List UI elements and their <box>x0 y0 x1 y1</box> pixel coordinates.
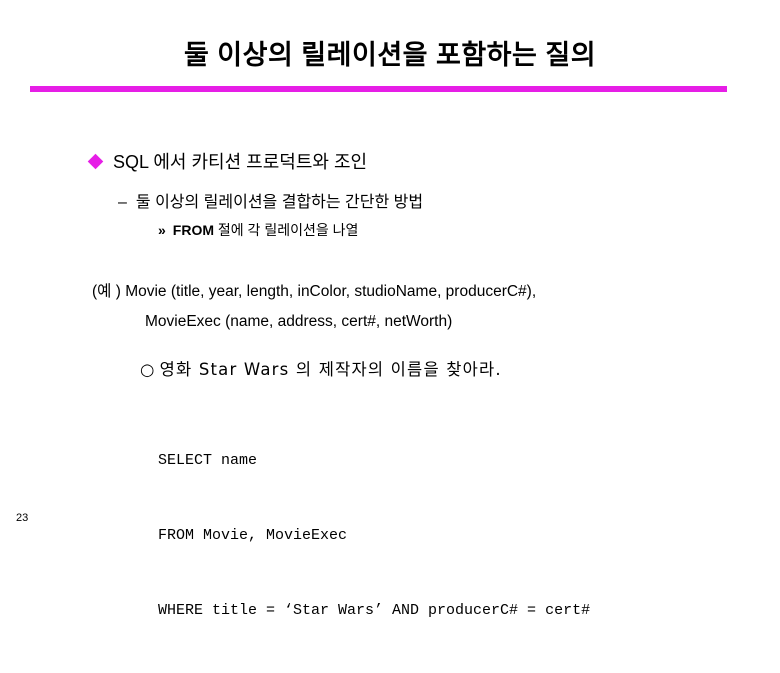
diamond-bullet-icon <box>87 153 104 169</box>
dash-bullet-icon: – <box>118 194 127 211</box>
bullet-level1-label: SQL 에서 카티션 프로덕트와 조인 <box>113 152 368 172</box>
bullet-level1: SQL 에서 카티션 프로덕트와 조인 <box>87 148 368 174</box>
question-statement-label: 영화 Star Wars 의 제작자의 이름을 찾아라. <box>159 360 502 379</box>
title-underline-rule <box>30 86 727 92</box>
bullet-level3-keyword: FROM <box>172 222 215 238</box>
page-number: 23 <box>16 512 29 524</box>
sql-line-where: WHERE title = ‘Star Wars’ AND producerC#… <box>158 602 591 619</box>
circle-bullet-icon: ○ <box>140 360 156 379</box>
example-relation-movie: (예 ) Movie (title, year, length, inColor… <box>92 283 537 300</box>
example-relation-movieexec: MovieExec (name, address, cert#, netWort… <box>145 313 453 330</box>
slide-title: 둘 이상의 릴레이션을 포함하는 질의 <box>183 40 597 70</box>
question-statement: ○ 영화 Star Wars 의 제작자의 이름을 찾아라. <box>140 356 502 380</box>
slide-canvas: 둘 이상의 릴레이션을 포함하는 질의 SQL 에서 카티션 프로덕트와 조인 … <box>0 0 780 619</box>
bullet-level3: » FROM 절에 각 릴레이션을 나열 <box>158 220 358 240</box>
sql-code-block: SELECT name FROM Movie, MovieExec WHERE … <box>158 398 590 673</box>
sql-line-from: FROM Movie, MovieExec <box>158 527 348 544</box>
bullet-level2: – 둘 이상의 릴레이션을 결합하는 간단한 방법 <box>118 188 423 212</box>
guillemet-bullet-icon: » <box>158 222 166 238</box>
bullet-level3-label: 절에 각 릴레이션을 나열 <box>214 222 359 238</box>
bullet-level2-label: 둘 이상의 릴레이션을 결합하는 간단한 방법 <box>135 194 424 211</box>
sql-line-select: SELECT name <box>158 452 258 469</box>
